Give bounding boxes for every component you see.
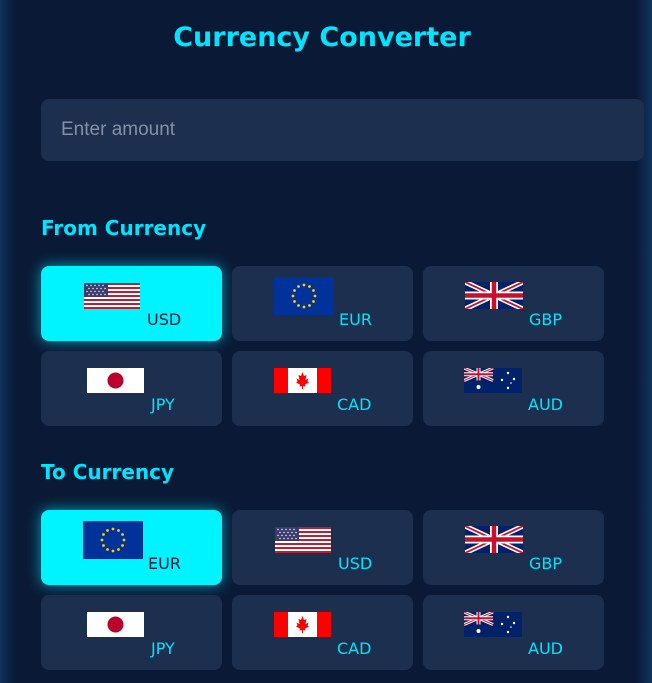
currency-code: USD bbox=[147, 310, 182, 329]
to-option-gbp[interactable]: GBP bbox=[423, 510, 604, 585]
au-flag-icon bbox=[464, 612, 522, 637]
from-option-gbp[interactable]: GBP bbox=[423, 266, 604, 341]
from-option-eur[interactable]: EUR bbox=[232, 266, 413, 341]
currency-code: AUD bbox=[528, 639, 563, 658]
from-option-usd[interactable]: USD bbox=[41, 266, 222, 341]
from-option-jpy[interactable]: JPY bbox=[41, 351, 222, 426]
us-flag-icon bbox=[275, 527, 331, 553]
to-option-usd[interactable]: USD bbox=[232, 510, 413, 585]
to-option-jpy[interactable]: JPY bbox=[41, 595, 222, 670]
to-option-eur[interactable]: EUR bbox=[41, 510, 222, 585]
page-title: Currency Converter bbox=[173, 22, 471, 53]
currency-code: JPY bbox=[151, 639, 175, 658]
us-flag-icon bbox=[84, 283, 140, 309]
from-option-cad[interactable]: CAD bbox=[232, 351, 413, 426]
jp-flag-icon bbox=[87, 368, 144, 393]
currency-code: CAD bbox=[337, 395, 372, 414]
from-option-aud[interactable]: AUD bbox=[423, 351, 604, 426]
currency-code: USD bbox=[338, 554, 373, 573]
uk-flag-icon bbox=[465, 282, 523, 309]
from-currency-label: From Currency bbox=[41, 216, 207, 240]
currency-code: GBP bbox=[529, 310, 563, 329]
currency-code: GBP bbox=[529, 554, 563, 573]
eu-flag-icon bbox=[83, 521, 143, 559]
currency-code: CAD bbox=[337, 639, 372, 658]
currency-code: AUD bbox=[528, 395, 563, 414]
to-option-aud[interactable]: AUD bbox=[423, 595, 604, 670]
uk-flag-icon bbox=[465, 526, 523, 553]
to-option-cad[interactable]: CAD bbox=[232, 595, 413, 670]
au-flag-icon bbox=[464, 368, 522, 393]
to-currency-label: To Currency bbox=[41, 460, 175, 484]
amount-input[interactable] bbox=[41, 99, 644, 161]
currency-code: EUR bbox=[339, 310, 372, 329]
currency-code: EUR bbox=[148, 554, 181, 573]
ca-flag-icon bbox=[274, 368, 331, 393]
left-edge-glow bbox=[0, 0, 16, 683]
eu-flag-icon bbox=[274, 277, 334, 315]
jp-flag-icon bbox=[87, 612, 144, 637]
currency-code: JPY bbox=[151, 395, 175, 414]
ca-flag-icon bbox=[274, 612, 331, 637]
